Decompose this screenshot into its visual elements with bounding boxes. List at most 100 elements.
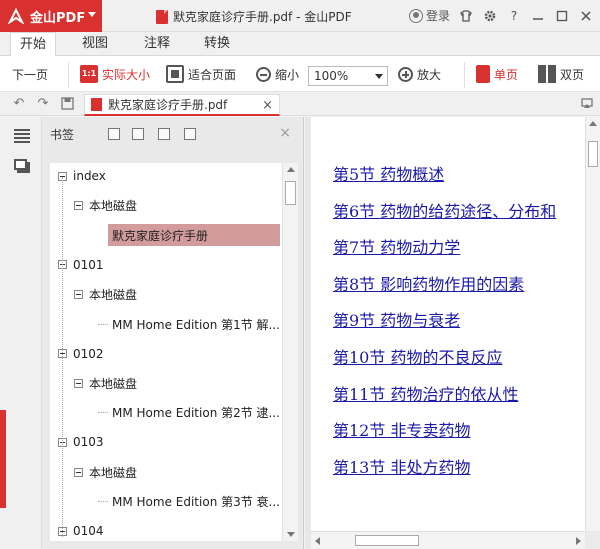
toc-link[interactable]: 第10节 药物的不良反应 [333, 344, 502, 368]
ribbon-toolbar: 下一页 1:1 实际大小 适合页面 缩小 放大 单页 双页 [0, 56, 600, 92]
sidebar-collapse-handle[interactable] [0, 410, 6, 508]
login-label: 登录 [425, 9, 450, 23]
toc-link[interactable]: 第13节 非处方药物 [333, 454, 470, 478]
zoom-in-icon [398, 66, 413, 82]
bookmark-label: 0102 [73, 346, 104, 361]
login-button[interactable]: 登录 [408, 7, 450, 24]
save-icon[interactable] [60, 97, 74, 111]
close-panel-icon[interactable]: × [279, 125, 291, 141]
zoom-in-button[interactable]: 放大 [398, 64, 441, 84]
collapse-toggle-icon[interactable] [74, 289, 83, 299]
bookmark-label: 0101 [73, 257, 104, 272]
scrollbar-thumb[interactable] [588, 141, 598, 167]
window-title-text: 默克家庭诊疗手册.pdf - 金山PDF [173, 10, 352, 24]
bookmark-item[interactable]: MM Home Edition 第2节 逮... [98, 402, 280, 424]
toc-link[interactable]: 第6节 药物的给药途径、分布和 [333, 198, 556, 222]
app-menu-button[interactable]: 金山PDF [0, 0, 102, 32]
next-page-button[interactable]: 下一页 [12, 64, 48, 84]
toc-link[interactable]: 第7节 药物动力学 [333, 234, 460, 258]
bookmark-item[interactable]: 0102 [58, 343, 104, 365]
bookmark-panel-title: 书签 [50, 128, 75, 142]
bookmark-item[interactable]: 本地磁盘 [74, 461, 137, 483]
bookmark-label: 0104 [73, 524, 104, 539]
toc-link[interactable]: 第5节 药物概述 [333, 161, 444, 185]
redo-icon[interactable]: ↷ [36, 97, 50, 111]
bookmark-item[interactable]: index [58, 165, 106, 187]
tree-connector [62, 177, 63, 537]
bookmark-item[interactable]: 0104 [58, 520, 104, 541]
pdf-file-icon [91, 98, 102, 111]
collapse-toggle-icon[interactable] [74, 467, 83, 477]
bookmark-item[interactable]: MM Home Edition 第3节 衰... [98, 491, 280, 513]
fit-page-button[interactable]: 适合页面 [166, 64, 236, 84]
scroll-up-icon[interactable] [589, 121, 597, 126]
bookmark-item[interactable]: 0103 [58, 431, 104, 453]
toc-link[interactable]: 第8节 影响药物作用的因素 [333, 271, 524, 295]
bookmark-item[interactable]: 本地磁盘 [74, 372, 137, 394]
add-bookmark-icon[interactable] [158, 128, 170, 140]
window-title: 默克家庭诊疗手册.pdf - 金山PDF [156, 8, 352, 25]
bookmark-label: index [73, 169, 106, 183]
bookmark-label: 本地磁盘 [89, 465, 138, 480]
zoom-select[interactable]: 100% [308, 66, 388, 86]
chevron-down-icon [88, 12, 96, 17]
scroll-up-icon[interactable] [287, 167, 295, 172]
bookmark-item[interactable]: 本地磁盘 [74, 283, 137, 305]
thumbnails-icon[interactable] [14, 159, 27, 170]
actual-size-icon: 1:1 [80, 65, 98, 83]
single-page-button[interactable]: 单页 [476, 64, 518, 84]
vertical-scrollbar[interactable] [585, 117, 600, 531]
zoom-out-label: 缩小 [275, 67, 300, 82]
tab-annotate[interactable]: 注释 [136, 32, 178, 56]
bookmark-item-selected[interactable]: 默克家庭诊疗手册 [108, 224, 280, 247]
scroll-left-icon[interactable] [315, 537, 320, 545]
bookmark-label: MM Home Edition 第2节 逮... [112, 406, 281, 421]
zoom-out-button[interactable]: 缩小 [256, 64, 299, 84]
bookmark-label: 本地磁盘 [89, 199, 138, 214]
bookmark-item[interactable]: 0101 [58, 254, 104, 276]
fit-page-label: 适合页面 [188, 67, 237, 82]
collapse-toggle-icon[interactable] [74, 378, 83, 388]
scroll-down-icon[interactable] [287, 532, 295, 537]
document-tab[interactable]: 默克家庭诊疗手册.pdf × [84, 94, 280, 116]
bookmark-label: 本地磁盘 [89, 376, 138, 391]
bookmark-item[interactable]: MM Home Edition 第1节 解... [98, 313, 280, 335]
help-icon[interactable]: ? [506, 8, 522, 24]
collapse-toggle-icon[interactable] [74, 201, 83, 211]
minimize-icon[interactable] [530, 8, 546, 24]
actual-size-button[interactable]: 1:1 实际大小 [80, 64, 150, 84]
maximize-icon[interactable] [554, 8, 570, 24]
kingsoft-pdf-logo-icon [8, 8, 24, 24]
bookmark-item[interactable]: 本地磁盘 [74, 195, 137, 217]
collapse-all-icon[interactable] [132, 128, 144, 140]
bookmark-list-icon[interactable] [14, 129, 30, 143]
next-page-label: 下一页 [12, 67, 49, 82]
skin-icon[interactable] [458, 8, 474, 24]
bookmark-options-icon[interactable] [184, 128, 196, 140]
bookmark-label: 默克家庭诊疗手册 [112, 228, 209, 243]
toc-link[interactable]: 第9节 药物与衰老 [333, 307, 460, 331]
user-icon [408, 8, 423, 23]
close-icon[interactable] [578, 8, 594, 24]
scroll-right-icon[interactable] [576, 537, 581, 545]
toc-link[interactable]: 第11节 药物治疗的依从性 [333, 381, 518, 405]
close-tab-icon[interactable]: × [262, 98, 273, 113]
bookmark-label: 0103 [73, 435, 104, 450]
tab-menu-icon[interactable] [580, 97, 594, 111]
tab-view[interactable]: 视图 [74, 32, 116, 56]
tab-start[interactable]: 开始 [10, 32, 56, 57]
scrollbar-thumb[interactable] [285, 181, 296, 205]
bookmark-scrollbar[interactable] [282, 163, 298, 541]
horizontal-scrollbar[interactable] [311, 531, 585, 549]
double-page-button[interactable]: 双页 [538, 64, 584, 84]
scrollbar-thumb[interactable] [355, 535, 419, 546]
undo-icon[interactable]: ↶ [12, 97, 26, 111]
zoom-in-label: 放大 [417, 67, 442, 82]
expand-all-icon[interactable] [108, 128, 120, 140]
title-bar: 金山PDF 默克家庭诊疗手册.pdf - 金山PDF 登录 ? [0, 0, 600, 32]
toc-link[interactable]: 第12节 非专卖药物 [333, 417, 470, 441]
actual-size-label: 实际大小 [102, 67, 151, 82]
tab-convert[interactable]: 转换 [196, 32, 238, 56]
gear-icon[interactable] [482, 8, 498, 24]
chevron-down-icon [375, 74, 383, 79]
